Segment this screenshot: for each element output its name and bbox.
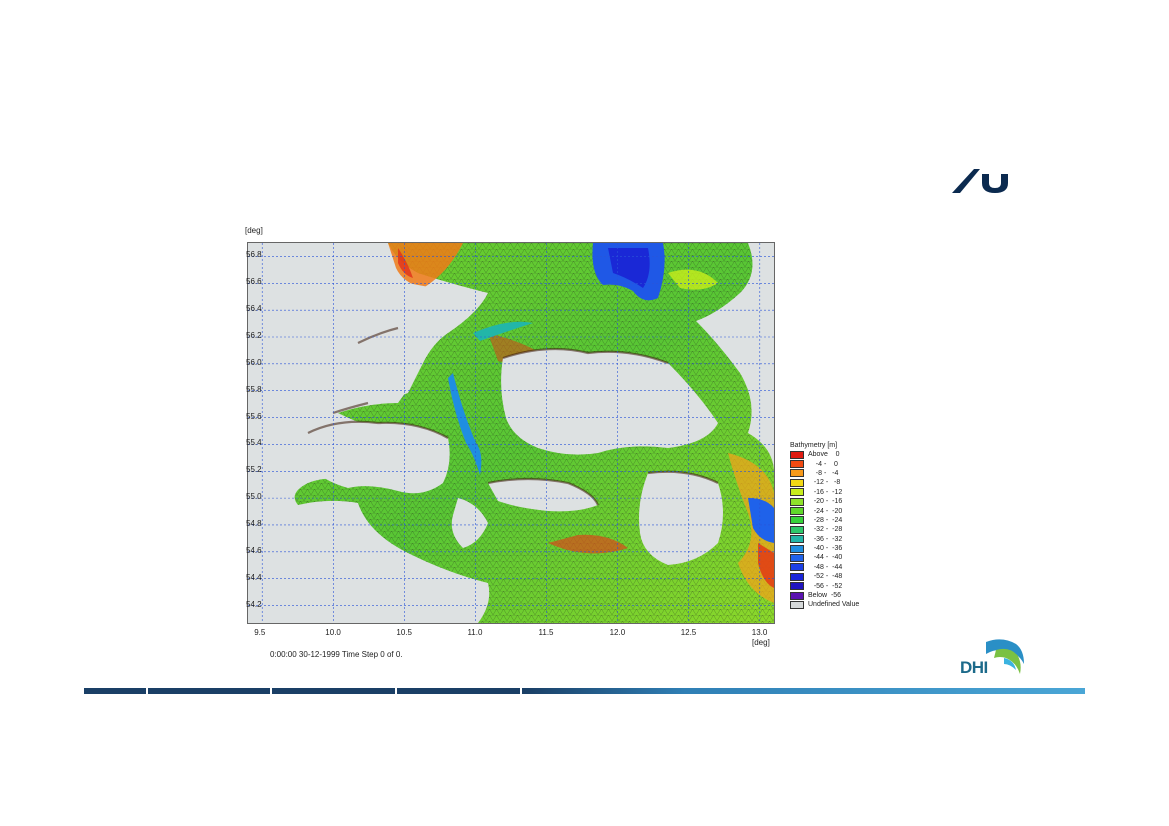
legend-swatch bbox=[790, 563, 804, 572]
y-tick-label: 54.2 bbox=[246, 599, 262, 609]
legend-swatch bbox=[790, 572, 804, 581]
legend-item: -48 - -44 bbox=[790, 563, 880, 572]
legend-swatch bbox=[790, 507, 804, 516]
legend-label: -52 - -48 bbox=[808, 573, 843, 581]
x-tick-label: 10.5 bbox=[396, 628, 412, 637]
legend-label: -20 - -16 bbox=[808, 498, 843, 506]
legend-swatch bbox=[790, 535, 804, 544]
y-tick-label: 54.4 bbox=[246, 572, 262, 582]
legend-swatch bbox=[790, 497, 804, 506]
legend-label: -44 - -40 bbox=[808, 554, 843, 562]
legend-swatch bbox=[790, 582, 804, 591]
y-tick-label: 56.8 bbox=[246, 250, 262, 260]
legend-label: -56 - -52 bbox=[808, 582, 843, 590]
bathymetry-figure: [deg] 56.8 56.6 56.4 56.2 56.0 55.8 55.6… bbox=[240, 222, 880, 662]
legend-swatch bbox=[790, 469, 804, 478]
timestep-caption: 0:00:00 30-12-1999 Time Step 0 of 0. bbox=[270, 650, 403, 659]
legend-item: -28 - -24 bbox=[790, 516, 880, 525]
legend-item: Undefined Value bbox=[790, 600, 880, 609]
au-logo bbox=[948, 166, 1020, 196]
legend-item: -24 - -20 bbox=[790, 506, 880, 516]
x-tick-label: 11.0 bbox=[467, 628, 483, 637]
legend-swatch bbox=[790, 450, 804, 459]
y-tick-label: 55.0 bbox=[246, 492, 262, 502]
legend-items: Above 0 -4 - 0 -8 - -4 -12 - -8 -16 - -1… bbox=[790, 450, 880, 610]
dhi-logo: DHI bbox=[960, 636, 1028, 680]
y-tick-label: 56.6 bbox=[246, 277, 262, 287]
legend-label: Above 0 bbox=[808, 451, 840, 459]
x-axis-unit: [deg] bbox=[752, 638, 770, 647]
x-tick-label: 10.0 bbox=[325, 628, 341, 637]
legend-label: -12 - -8 bbox=[808, 479, 841, 487]
x-tick-label: 12.5 bbox=[680, 628, 697, 637]
legend-item: -44 - -40 bbox=[790, 553, 880, 562]
legend-label: -40 - -36 bbox=[808, 545, 843, 553]
y-tick-label: 55.2 bbox=[246, 465, 262, 475]
x-tick-label: 13.0 bbox=[751, 628, 768, 637]
y-tick-label: 55.4 bbox=[246, 438, 262, 448]
legend-item: -52 - -48 bbox=[790, 572, 880, 581]
legend-title: Bathymetry [m] bbox=[790, 442, 838, 449]
legend-item: -36 - -32 bbox=[790, 535, 880, 544]
x-tick-label: 11.5 bbox=[538, 628, 554, 637]
footer-bar bbox=[84, 688, 1085, 694]
legend-swatch bbox=[790, 600, 804, 609]
legend-label: Undefined Value bbox=[808, 601, 860, 609]
y-axis-unit: [deg] bbox=[245, 226, 263, 235]
dhi-wordmark: DHI bbox=[960, 658, 988, 677]
graticule bbox=[248, 243, 774, 623]
legend-item: -16 - -12 bbox=[790, 488, 880, 497]
legend-label: -48 - -44 bbox=[808, 563, 843, 571]
legend-label: -16 - -12 bbox=[808, 488, 843, 496]
y-tick-label: 54.8 bbox=[246, 518, 262, 528]
map-plot-area bbox=[247, 242, 775, 624]
legend-item: -8 - -4 bbox=[790, 469, 880, 478]
y-tick-label: 56.0 bbox=[246, 357, 262, 367]
legend-item: Below -56 bbox=[790, 591, 880, 600]
x-tick-label: 9.5 bbox=[254, 628, 266, 637]
y-tick-label: 56.2 bbox=[246, 330, 262, 340]
y-tick-label: 56.4 bbox=[246, 304, 262, 314]
legend-item: -12 - -8 bbox=[790, 478, 880, 487]
legend-label: -36 - -32 bbox=[808, 535, 843, 543]
legend-swatch bbox=[790, 591, 804, 600]
legend-label: -28 - -24 bbox=[808, 516, 843, 524]
legend-swatch bbox=[790, 460, 804, 469]
legend-label: -32 - -28 bbox=[808, 526, 843, 534]
legend-label: -24 - -20 bbox=[808, 507, 843, 515]
legend-swatch bbox=[790, 488, 804, 497]
legend-item: -32 - -28 bbox=[790, 525, 880, 534]
legend-swatch bbox=[790, 516, 804, 525]
legend-item: Above 0 bbox=[790, 450, 880, 459]
x-tick-label: 12.0 bbox=[609, 628, 626, 637]
legend-item: -56 - -52 bbox=[790, 581, 880, 591]
legend-swatch bbox=[790, 553, 804, 562]
legend-item: -40 - -36 bbox=[790, 544, 880, 553]
y-tick-label: 55.8 bbox=[246, 384, 262, 394]
y-tick-label: 54.6 bbox=[246, 545, 262, 555]
legend-swatch bbox=[790, 544, 804, 553]
bathymetry-legend: Bathymetry [m] Above 0 -4 - 0 -8 - -4 -1… bbox=[790, 442, 880, 610]
legend-swatch bbox=[790, 525, 804, 534]
legend-item: -20 - -16 bbox=[790, 497, 880, 506]
legend-label: -4 - 0 bbox=[808, 460, 838, 468]
slide: [deg] 56.8 56.6 56.4 56.2 56.0 55.8 55.6… bbox=[0, 0, 1169, 826]
y-tick-label: 55.6 bbox=[246, 411, 262, 421]
legend-item: -4 - 0 bbox=[790, 459, 880, 469]
legend-label: Below -56 bbox=[808, 592, 842, 600]
legend-label: -8 - -4 bbox=[808, 469, 839, 477]
legend-swatch bbox=[790, 478, 804, 487]
